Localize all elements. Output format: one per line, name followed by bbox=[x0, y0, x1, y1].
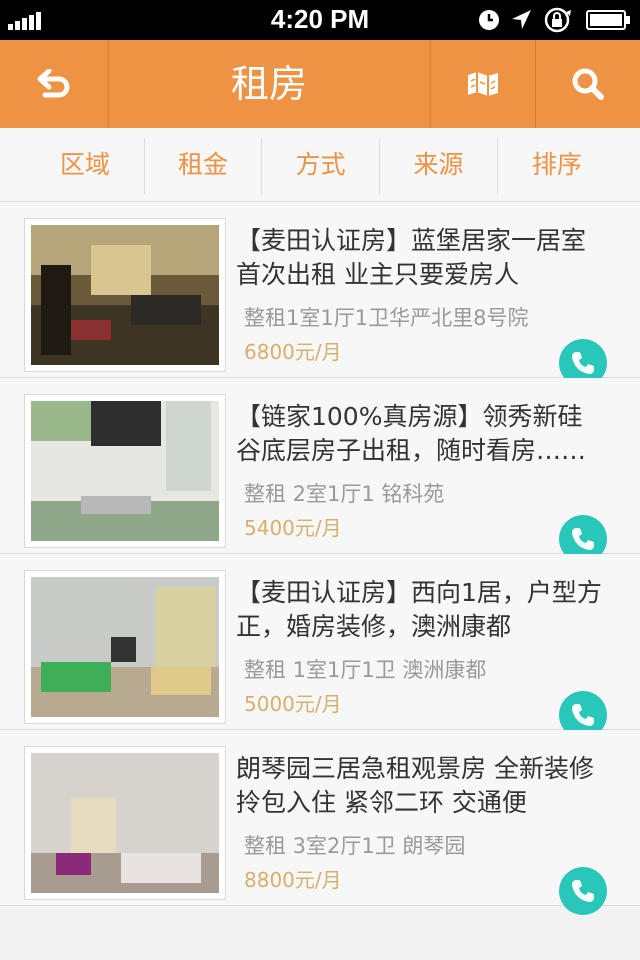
location-arrow-icon bbox=[512, 10, 531, 29]
listing-title: 【链家100%真房源】领秀新硅谷底层房子出租，随时看房…… bbox=[236, 402, 587, 465]
status-bar: 4:20 PM bbox=[0, 0, 640, 40]
listing-photo bbox=[24, 218, 226, 372]
listing-list: 【麦田认证房】蓝堡居家一居室首次出租 业主只要爱房人 整租1室1厅1卫华严北里8… bbox=[0, 202, 640, 915]
listing-item[interactable]: 【麦田认证房】蓝堡居家一居室首次出租 业主只要爱房人 整租1室1厅1卫华严北里8… bbox=[0, 202, 640, 387]
phone-icon bbox=[572, 704, 594, 726]
listing-photo bbox=[24, 746, 226, 900]
listing-price: 5000元/月 bbox=[244, 692, 342, 716]
listing-price: 6800元/月 bbox=[244, 340, 342, 364]
listing-price: 8800元/月 bbox=[244, 868, 342, 892]
filter-bar: 区域 租金 方式 来源 排序 bbox=[0, 128, 640, 202]
phone-icon bbox=[572, 880, 594, 902]
call-button[interactable] bbox=[559, 867, 607, 915]
phone-icon bbox=[572, 352, 594, 374]
search-button[interactable] bbox=[536, 40, 640, 128]
listing-item[interactable]: 【麦田认证房】西向1居，户型方正，婚房装修，澳洲康都 整租 1室1厅1卫 澳洲康… bbox=[0, 554, 640, 739]
listing-item[interactable]: 朗琴园三居急租观景房 全新装修 拎包入住 紧邻二环 交通便 整租 3室2厅1卫 … bbox=[0, 730, 640, 915]
search-icon bbox=[572, 68, 604, 100]
back-button[interactable] bbox=[0, 40, 108, 128]
listing-title: 【麦田认证房】蓝堡居家一居室首次出租 业主只要爱房人 bbox=[236, 226, 587, 289]
listing-meta: 整租1室1厅1卫华严北里8号院 bbox=[244, 306, 529, 330]
filter-tab-rent[interactable]: 租金 bbox=[145, 128, 261, 202]
map-icon bbox=[468, 72, 498, 96]
listing-meta: 整租 2室1厅1 铭科苑 bbox=[244, 482, 445, 506]
listing-item[interactable]: 【链家100%真房源】领秀新硅谷底层房子出租，随时看房…… 整租 2室1厅1 铭… bbox=[0, 378, 640, 563]
filter-tab-sort[interactable]: 排序 bbox=[498, 128, 616, 202]
alarm-clock-icon bbox=[479, 10, 499, 30]
listing-price: 5400元/月 bbox=[244, 516, 342, 540]
phone-icon bbox=[572, 528, 594, 550]
listing-photo bbox=[24, 570, 226, 724]
rotation-lock-icon bbox=[544, 7, 571, 33]
filter-tab-source[interactable]: 来源 bbox=[380, 128, 497, 202]
filter-tab-area[interactable]: 区域 bbox=[26, 128, 144, 202]
listing-meta: 整租 1室1厅1卫 澳洲康都 bbox=[244, 658, 487, 682]
listing-photo bbox=[24, 394, 226, 548]
listing-meta: 整租 3室2厅1卫 朗琴园 bbox=[244, 834, 466, 858]
nav-bar: 租房 bbox=[0, 40, 640, 128]
battery-icon bbox=[586, 10, 630, 30]
listing-title: 朗琴园三居急租观景房 全新装修 拎包入住 紧邻二环 交通便 bbox=[236, 754, 594, 817]
page-title: 租房 bbox=[230, 62, 307, 106]
back-arrow-icon bbox=[37, 69, 70, 98]
filter-tab-type[interactable]: 方式 bbox=[262, 128, 379, 202]
listing-title: 【麦田认证房】西向1居，户型方正，婚房装修，澳洲康都 bbox=[236, 578, 602, 641]
map-button[interactable] bbox=[431, 40, 535, 128]
